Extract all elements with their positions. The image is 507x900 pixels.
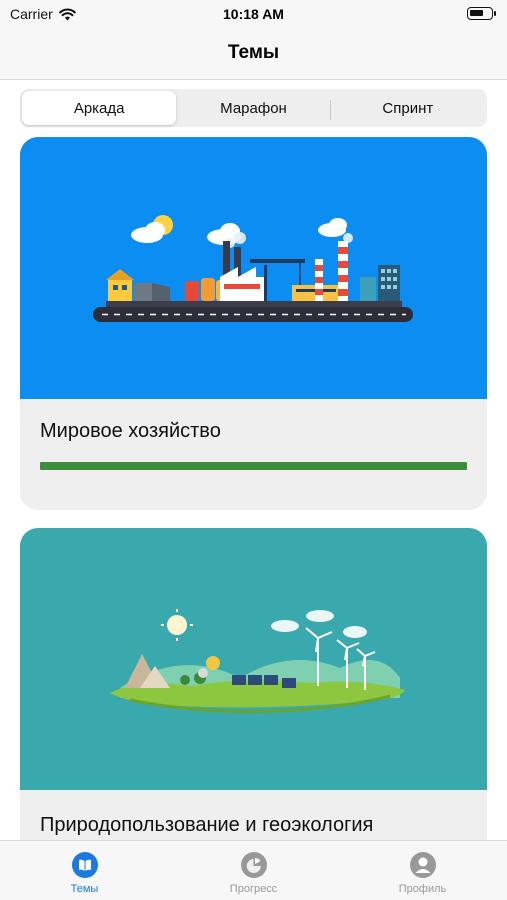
green-energy-landscape-illustration	[20, 528, 487, 790]
topic-card-nature-management[interactable]: Природопользование и геоэкология	[20, 528, 487, 858]
segment-sprint[interactable]: Спринт	[331, 91, 485, 125]
pie-chart-icon	[240, 852, 267, 878]
tab-topics[interactable]: Темы	[0, 841, 169, 900]
segment-arcade[interactable]: Аркада	[22, 91, 177, 125]
tab-profile[interactable]: Профиль	[338, 841, 507, 900]
topic-title: Мировое хозяйство	[40, 420, 221, 442]
tab-topics-label: Темы	[70, 883, 99, 895]
segment-marathon[interactable]: Марафон	[176, 91, 331, 125]
tab-progress[interactable]: Прогресс	[169, 841, 338, 900]
tab-profile-label: Профиль	[398, 883, 447, 895]
page-title: Темы	[227, 42, 280, 63]
mode-segmented-control: Аркада Марафон Спринт	[20, 89, 487, 127]
clock: 10:18 AM	[223, 6, 284, 22]
topic-card-world-economy[interactable]: Мировое хозяйство	[20, 137, 487, 510]
navigation-bar: Темы	[0, 30, 507, 80]
topic-progress-bar	[40, 462, 467, 470]
industrial-city-graphic	[93, 215, 413, 322]
industrial-city-illustration	[20, 137, 487, 399]
segment-marathon-label: Марафон	[220, 99, 287, 117]
tab-progress-label: Прогресс	[229, 883, 278, 895]
status-bar: Carrier 10:18 AM	[0, 0, 507, 30]
tab-bar: Темы Прогресс Профиль	[0, 840, 507, 900]
profile-icon	[409, 852, 436, 878]
topic-progress-fill	[40, 462, 467, 470]
battery-icon	[467, 7, 496, 20]
green-energy-graphic	[110, 609, 405, 714]
topic-title: Природопользование и геоэкология	[40, 814, 374, 836]
book-icon	[71, 852, 98, 878]
